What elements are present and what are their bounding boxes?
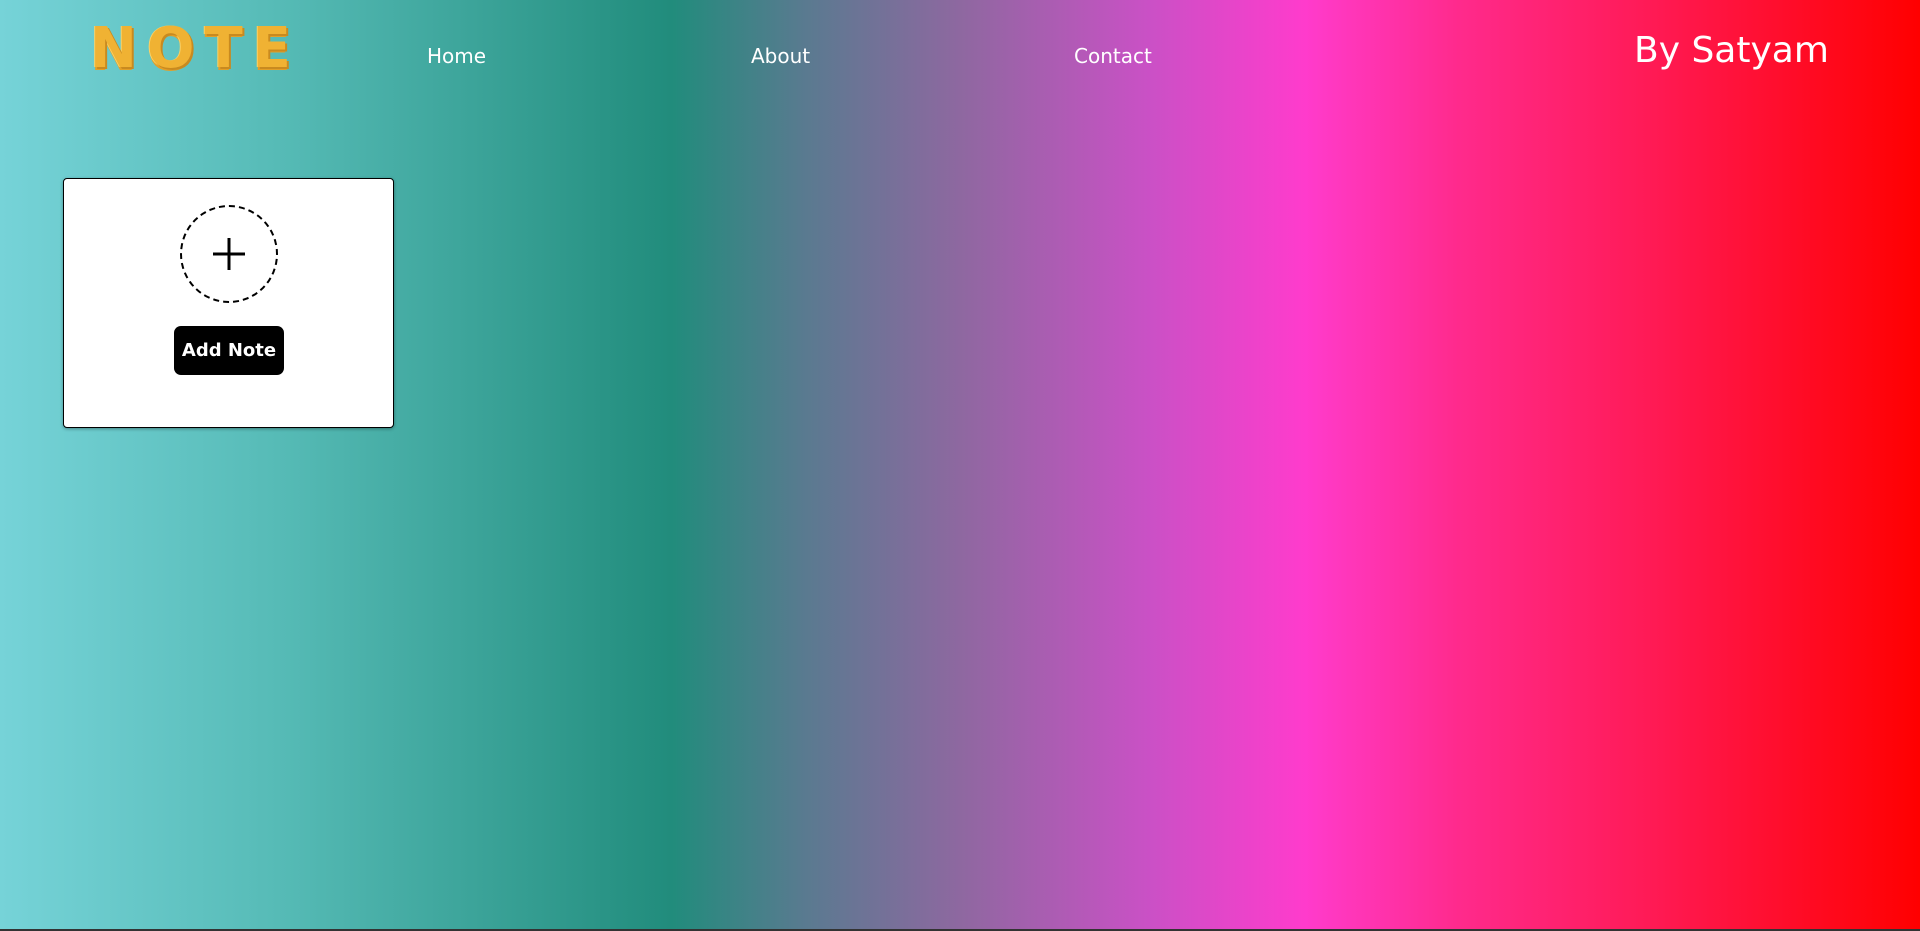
nav-home-link[interactable]: Home (427, 44, 486, 68)
add-note-card: Add Note (63, 178, 394, 428)
add-note-button[interactable]: Add Note (174, 326, 284, 375)
nav-contact-link[interactable]: Contact (1074, 44, 1152, 68)
nav-about-link[interactable]: About (751, 44, 810, 68)
add-note-circle[interactable] (180, 205, 278, 303)
header: NOTE Home About Contact By Satyam (0, 0, 1920, 110)
author-label: By Satyam (1634, 30, 1829, 71)
plus-icon (213, 238, 245, 270)
logo-text: NOTE (90, 16, 301, 81)
note-logo[interactable]: NOTE (90, 18, 291, 80)
